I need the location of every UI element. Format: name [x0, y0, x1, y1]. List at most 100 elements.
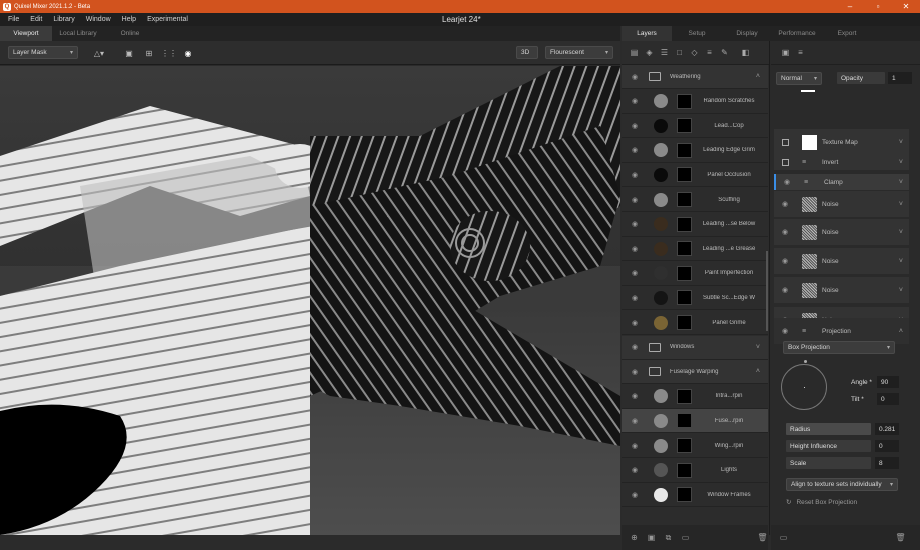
- tilt-field[interactable]: 0: [877, 393, 899, 405]
- layer-mask-thumb[interactable]: [677, 167, 692, 183]
- eye-icon[interactable]: ◉: [630, 368, 640, 376]
- height-influence-slider[interactable]: Height Influence: [786, 440, 871, 452]
- eye-icon[interactable]: ◉: [782, 228, 788, 236]
- layer-mask-thumb[interactable]: [677, 290, 692, 306]
- scale-field[interactable]: 8: [875, 457, 899, 469]
- chevron-up-icon[interactable]: ˄: [756, 73, 760, 80]
- layer-row[interactable]: ◉ Leading ...se Below: [622, 213, 768, 237]
- chevron-down-icon[interactable]: ˅: [899, 287, 903, 294]
- layer-mask-thumb[interactable]: [677, 142, 692, 158]
- layer-row[interactable]: ◉ Leading ...e Grease: [622, 237, 768, 262]
- sliders-icon[interactable]: ≡: [705, 48, 714, 57]
- radius-field[interactable]: 0.281: [875, 423, 899, 435]
- layer-row[interactable]: ◉ Paint Imperfection: [622, 262, 768, 286]
- image-icon[interactable]: ▣: [122, 46, 136, 60]
- layer-swatch[interactable]: [654, 241, 668, 256]
- chevron-up-icon[interactable]: ˄: [899, 328, 903, 335]
- layer-swatch[interactable]: [654, 167, 668, 182]
- folder-icon[interactable]: ▭: [681, 533, 690, 542]
- layer-swatch[interactable]: [654, 192, 668, 207]
- eye-icon[interactable]: ◉: [630, 294, 640, 302]
- tab-layers[interactable]: Layers: [622, 26, 672, 41]
- layer-mask-thumb[interactable]: [677, 438, 692, 453]
- eye-icon[interactable]: ◉: [630, 417, 640, 425]
- chevron-up-icon[interactable]: ˄: [756, 368, 760, 375]
- layer-row[interactable]: ◉ Panel Grime: [622, 311, 768, 335]
- folder-icon[interactable]: ▭: [779, 533, 788, 542]
- eye-icon[interactable]: ◉: [630, 343, 640, 351]
- eye-icon[interactable]: ◉: [630, 442, 640, 450]
- panel-settings-icon[interactable]: ▣: [781, 48, 790, 57]
- close-icon[interactable]: ✕: [892, 0, 920, 13]
- square-icon[interactable]: □: [675, 48, 684, 57]
- layers-scrollbar[interactable]: [766, 251, 768, 331]
- trash-icon[interactable]: 🗑: [757, 533, 767, 542]
- angle-field[interactable]: 90: [877, 376, 899, 388]
- tab-setup[interactable]: Setup: [672, 26, 722, 41]
- layer-mask-thumb[interactable]: [677, 93, 692, 109]
- layer-mask-thumb[interactable]: [677, 315, 692, 330]
- eye-icon[interactable]: ◉: [630, 171, 640, 179]
- layer-mask-thumb[interactable]: [677, 241, 692, 257]
- checkbox-icon[interactable]: [782, 138, 789, 146]
- chevron-down-icon[interactable]: ˅: [899, 179, 903, 186]
- tab-online[interactable]: Online: [104, 26, 156, 41]
- layer-folder[interactable]: ◉ Fuselage Warping ˄: [622, 360, 768, 385]
- layer-swatch[interactable]: [654, 94, 668, 109]
- layer-row[interactable]: ◉ Leading Edge Grim: [622, 139, 768, 163]
- layer-mask-thumb[interactable]: [677, 265, 692, 281]
- eye-icon[interactable]: ◉: [630, 269, 640, 277]
- layer-mask-thumb[interactable]: [677, 118, 692, 134]
- menu-library[interactable]: Library: [53, 16, 74, 23]
- radius-slider[interactable]: Radius: [786, 423, 871, 435]
- add-mask-icon[interactable]: ▣: [647, 533, 656, 542]
- menu-window[interactable]: Window: [86, 16, 111, 23]
- 3d-viewport[interactable]: [0, 66, 620, 535]
- layer-row[interactable]: ◉ Random Scratches: [622, 90, 768, 114]
- layer-row[interactable]: ◉ Panel Occlusion: [622, 163, 768, 188]
- modifier-row[interactable]: ◉ Noise ˅: [774, 277, 909, 303]
- tab-viewport[interactable]: Viewport: [0, 26, 52, 41]
- layer-row[interactable]: ◉ Lights: [622, 459, 768, 483]
- paint-layer-icon[interactable]: ▤: [630, 48, 639, 57]
- chevron-down-icon[interactable]: ˅: [899, 159, 903, 166]
- opacity-field[interactable]: 1: [888, 72, 912, 84]
- menu-file[interactable]: File: [8, 16, 19, 23]
- layer-swatch[interactable]: [654, 266, 668, 281]
- stack-icon[interactable]: ◧: [741, 48, 750, 57]
- chevron-down-icon[interactable]: ˅: [899, 201, 903, 208]
- layer-row[interactable]: ◉ Fuse...rpin: [622, 409, 768, 434]
- lighting-select[interactable]: Flourescent ▾: [545, 46, 613, 59]
- tab-local-library[interactable]: Local Library: [52, 26, 104, 41]
- mask-mode-select[interactable]: Layer Mask ▾: [8, 46, 78, 59]
- layer-mask-thumb[interactable]: [677, 192, 692, 207]
- layer-mask-thumb[interactable]: [677, 413, 692, 429]
- eye-icon[interactable]: ◉: [630, 466, 640, 474]
- layer-swatch[interactable]: [654, 315, 668, 330]
- modifier-row[interactable]: ◉ Noise ˅: [774, 191, 909, 217]
- layer-mask-thumb[interactable]: [677, 216, 692, 232]
- blend-mode-select[interactable]: Normal ▾: [776, 72, 822, 85]
- droplet-icon[interactable]: ◇: [690, 48, 699, 57]
- eye-icon[interactable]: ◉: [630, 491, 640, 499]
- layer-mask-thumb[interactable]: [677, 462, 692, 478]
- menu-help[interactable]: Help: [122, 16, 136, 23]
- eye-icon[interactable]: ◉: [782, 286, 788, 294]
- layer-folder[interactable]: ◉ Windows ˅: [622, 335, 768, 360]
- layer-mask-thumb[interactable]: [677, 388, 692, 404]
- chevron-down-icon[interactable]: ˅: [899, 229, 903, 236]
- height-influence-field[interactable]: 0: [875, 440, 899, 452]
- layer-swatch[interactable]: [654, 290, 668, 305]
- layer-swatch[interactable]: [654, 413, 668, 428]
- drop-icon[interactable]: ◈: [645, 48, 654, 57]
- eye-icon[interactable]: ◉: [630, 122, 640, 130]
- eye-icon[interactable]: ◉: [782, 327, 788, 335]
- layer-row[interactable]: ◉ Lead...Cop: [622, 114, 768, 139]
- layer-swatch[interactable]: [654, 389, 668, 404]
- layer-swatch[interactable]: [654, 143, 668, 158]
- layer-folder[interactable]: ◉ Weathering ˄: [622, 65, 768, 89]
- shapes-tool-icon[interactable]: △▾: [88, 46, 110, 60]
- eye-icon[interactable]: ◉: [784, 178, 790, 186]
- layer-swatch[interactable]: [654, 463, 668, 478]
- eye-icon[interactable]: ◉: [630, 73, 640, 81]
